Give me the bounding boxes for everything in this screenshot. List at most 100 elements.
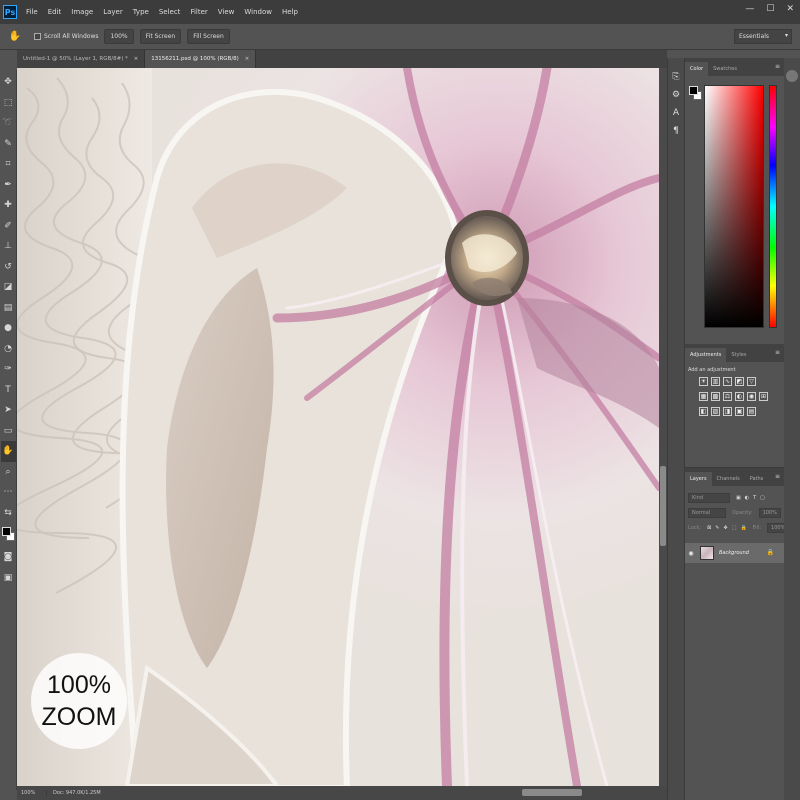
invert-icon[interactable]: ◧ — [699, 407, 708, 416]
tab-13156211[interactable]: 13156211.psd @ 100% (RGB/8) × — [145, 50, 257, 68]
checkbox-box[interactable] — [34, 33, 41, 40]
filter-shape-icon[interactable]: ▢ — [760, 495, 765, 501]
maximize-button[interactable]: ☐ — [766, 4, 774, 14]
gradient-map-alt-icon[interactable]: ▤ — [747, 407, 756, 416]
panel-menu-icon[interactable]: ≡ — [775, 349, 780, 356]
channel-mixer-icon[interactable]: ⊞ — [759, 392, 768, 401]
minimize-button[interactable]: — — [745, 4, 754, 14]
properties-panel-icon[interactable]: ⚙ — [672, 90, 680, 100]
photo-filter-icon[interactable]: ◉ — [747, 392, 756, 401]
tab-layers[interactable]: Layers — [685, 472, 712, 486]
history-panel-icon[interactable]: ⎘ — [672, 72, 679, 82]
eyedropper-tool-icon[interactable]: ✒ — [1, 175, 16, 196]
fit-screen-button[interactable]: Fit Screen — [139, 29, 182, 44]
color-picker-field[interactable] — [704, 85, 764, 328]
menu-file[interactable]: File — [21, 8, 43, 16]
brightness-contrast-icon[interactable]: ☀ — [699, 377, 708, 386]
tab-channels[interactable]: Channels — [712, 472, 745, 486]
filter-type-icon[interactable]: T — [753, 495, 756, 501]
lock-artboard-icon[interactable]: ⬚ — [732, 525, 737, 531]
pen-tool-icon[interactable]: ✑ — [1, 359, 16, 380]
scroll-all-windows-checkbox[interactable]: Scroll All Windows — [34, 33, 98, 40]
menu-type[interactable]: Type — [128, 8, 154, 16]
visibility-eye-icon[interactable]: ◉ — [685, 550, 697, 557]
menu-window[interactable]: Window — [239, 8, 277, 16]
menu-layer[interactable]: Layer — [98, 8, 128, 16]
selective-color-icon[interactable]: ▣ — [735, 407, 744, 416]
learn-panel-icon[interactable] — [786, 70, 798, 82]
foreground-color-chip[interactable] — [1, 527, 11, 536]
hand-tool-icon[interactable]: ✋ — [0, 441, 16, 462]
menu-filter[interactable]: Filter — [185, 8, 212, 16]
dodge-tool-icon[interactable]: ◔ — [1, 339, 16, 360]
filter-pixel-icon[interactable]: ▣ — [736, 495, 741, 501]
color-chips[interactable] — [1, 525, 16, 547]
quick-select-tool-icon[interactable]: ✎ — [1, 134, 16, 155]
status-doc-size[interactable]: Doc: 947.0K/1.25M — [47, 790, 101, 796]
paragraph-panel-icon[interactable]: ¶ — [673, 126, 679, 136]
vertical-scroll-thumb[interactable] — [660, 466, 666, 546]
posterize-icon[interactable]: ▨ — [711, 407, 720, 416]
document-canvas[interactable]: 100% ZOOM — [17, 68, 659, 786]
hand-tool-preset-icon[interactable]: ✋ — [4, 28, 26, 46]
layer-kind-filter[interactable]: Kind — [688, 492, 730, 503]
move-tool-icon[interactable]: ✥ — [1, 72, 16, 93]
more-tools-icon[interactable]: ⋯ — [1, 482, 16, 503]
clone-stamp-tool-icon[interactable]: ⊥ — [1, 236, 16, 257]
panel-menu-icon[interactable]: ≡ — [775, 473, 780, 480]
gradient-tool-icon[interactable]: ▤ — [1, 298, 16, 319]
close-icon[interactable]: × — [245, 56, 250, 62]
layer-background[interactable]: ◉ Background 🔒 — [685, 543, 784, 563]
tab-paths[interactable]: Paths — [745, 472, 769, 486]
layer-name[interactable]: Background — [719, 550, 749, 556]
blend-mode-select[interactable]: Normal — [688, 507, 726, 518]
workspace-select[interactable]: Essentials — [734, 29, 792, 44]
lock-position-icon[interactable]: ✥ — [724, 525, 728, 531]
vibrance-icon[interactable]: ▦ — [699, 392, 708, 401]
lock-all-icon[interactable]: 🔒 — [740, 525, 746, 531]
levels-icon[interactable]: ▥ — [711, 377, 720, 386]
eraser-tool-icon[interactable]: ◪ — [1, 277, 16, 298]
vertical-scrollbar[interactable] — [659, 68, 667, 786]
quick-mask-icon[interactable]: ◙ — [1, 547, 16, 568]
curves-icon[interactable]: ∿ — [723, 377, 732, 386]
hue-saturation-icon[interactable]: ▩ — [711, 392, 720, 401]
zoom-tool-icon[interactable]: ⌕ — [1, 462, 16, 483]
screen-mode-icon[interactable]: ▣ — [1, 568, 16, 589]
fill-screen-button[interactable]: Fill Screen — [187, 29, 230, 44]
type-tool-icon[interactable]: T — [1, 380, 16, 401]
black-white-icon[interactable]: ◐ — [735, 392, 744, 401]
character-panel-icon[interactable]: A — [673, 108, 679, 118]
menu-view[interactable]: View — [213, 8, 240, 16]
close-button[interactable]: ✕ — [786, 4, 794, 14]
rectangle-tool-icon[interactable]: ▭ — [1, 421, 16, 442]
opacity-field[interactable]: 100% — [758, 507, 781, 518]
history-brush-tool-icon[interactable]: ↺ — [1, 257, 16, 278]
tab-styles[interactable]: Styles — [726, 348, 751, 362]
tab-swatches[interactable]: Swatches — [708, 62, 742, 76]
lock-image-icon[interactable]: ✎ — [715, 525, 719, 531]
menu-edit[interactable]: Edit — [43, 8, 67, 16]
gradient-map-icon[interactable]: ▽ — [747, 377, 756, 386]
exposure-icon[interactable]: ◩ — [735, 377, 744, 386]
color-balance-icon[interactable]: ⚖ — [723, 392, 732, 401]
tab-adjustments[interactable]: Adjustments — [685, 348, 727, 362]
swap-colors-icon[interactable]: ⇆ — [1, 503, 16, 524]
hue-slider[interactable] — [769, 85, 777, 328]
foreground-swatch[interactable] — [689, 86, 698, 95]
panel-menu-icon[interactable]: ≡ — [775, 63, 780, 70]
tab-untitled-1[interactable]: Untitled-1 @ 50% (Layer 1, RGB/8#) * × — [17, 50, 146, 68]
horizontal-scroll-thumb[interactable] — [522, 789, 582, 796]
menu-help[interactable]: Help — [277, 8, 303, 16]
brush-tool-icon[interactable]: ✐ — [1, 216, 16, 237]
blur-tool-icon[interactable]: ● — [1, 318, 16, 339]
threshold-icon[interactable]: ◨ — [723, 407, 732, 416]
healing-brush-tool-icon[interactable]: ✚ — [1, 195, 16, 216]
tab-color[interactable]: Color — [685, 62, 709, 76]
zoom-100-button[interactable]: 100% — [104, 29, 134, 44]
status-zoom[interactable]: 100% — [17, 790, 47, 796]
menu-select[interactable]: Select — [154, 8, 186, 16]
filter-adjustment-icon[interactable]: ◐ — [745, 495, 749, 501]
close-icon[interactable]: × — [134, 56, 139, 62]
marquee-tool-icon[interactable]: ⬚ — [1, 93, 16, 114]
